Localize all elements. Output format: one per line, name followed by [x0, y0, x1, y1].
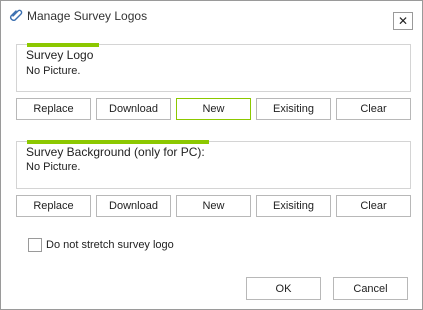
close-button[interactable]: ✕: [393, 12, 413, 30]
survey-logo-panel: Survey Logo No Picture.: [16, 43, 411, 92]
background-existing-button[interactable]: Exisiting: [256, 195, 331, 217]
survey-logo-accent-bar: [27, 43, 99, 47]
background-new-button[interactable]: New: [176, 195, 251, 217]
ok-button[interactable]: OK: [246, 277, 321, 300]
background-clear-button[interactable]: Clear: [336, 195, 411, 217]
logo-existing-button[interactable]: Exisiting: [256, 98, 331, 120]
manage-survey-logos-dialog: Manage Survey Logos ✕ Survey Logo No Pic…: [0, 0, 423, 310]
survey-background-accent-bar: [27, 140, 209, 144]
background-replace-button[interactable]: Replace: [16, 195, 91, 217]
survey-logo-title: Survey Logo: [26, 48, 94, 62]
title-bar: Manage Survey Logos ✕: [1, 1, 422, 31]
survey-background-panel: Survey Background (only for PC): No Pict…: [16, 140, 411, 189]
background-download-button[interactable]: Download: [96, 195, 171, 217]
dialog-title: Manage Survey Logos: [27, 9, 148, 23]
logo-clear-button[interactable]: Clear: [336, 98, 411, 120]
close-icon: ✕: [397, 14, 409, 28]
logo-new-button[interactable]: New: [176, 98, 251, 120]
stretch-logo-label: Do not stretch survey logo: [46, 239, 174, 251]
stretch-logo-checkbox[interactable]: [28, 238, 42, 252]
logo-download-button[interactable]: Download: [96, 98, 171, 120]
logo-replace-button[interactable]: Replace: [16, 98, 91, 120]
paperclip-icon: [9, 9, 23, 23]
survey-logo-value: No Picture.: [26, 65, 81, 77]
survey-background-title: Survey Background (only for PC):: [26, 145, 205, 159]
survey-background-value: No Picture.: [26, 161, 81, 173]
cancel-button[interactable]: Cancel: [333, 277, 408, 300]
stretch-logo-option[interactable]: Do not stretch survey logo: [28, 237, 174, 253]
